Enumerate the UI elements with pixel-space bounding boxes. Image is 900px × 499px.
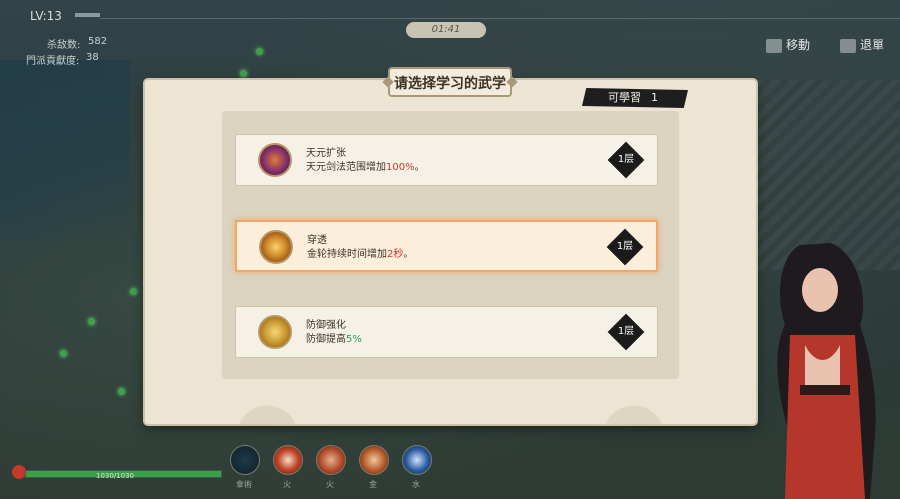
exit-hint[interactable]: 退單 xyxy=(840,36,884,53)
exit-hint-label: 退單 xyxy=(860,38,885,52)
exp-gem xyxy=(256,48,263,55)
exp-gem xyxy=(88,318,95,325)
flame-swirl-icon xyxy=(316,445,346,475)
golden-wheel-icon xyxy=(259,230,293,264)
pentagram-icon xyxy=(230,445,260,475)
skill-highlight: 2秒 xyxy=(387,249,404,260)
exp-gem xyxy=(240,70,247,77)
water-area xyxy=(0,60,130,240)
slot-label: 水 xyxy=(412,480,420,489)
skill-tier-badge: 1层 xyxy=(606,228,644,266)
move-hint: 移動 xyxy=(766,36,810,53)
exp-gem xyxy=(60,350,67,357)
defense-shield-icon xyxy=(258,315,292,349)
character-portrait xyxy=(777,243,876,499)
water-orb-icon xyxy=(402,445,432,475)
golden-wheel-slot-icon xyxy=(359,445,389,475)
skill-name: 天元扩张 xyxy=(306,148,346,159)
esc-key-icon xyxy=(840,38,856,53)
learnable-label: 可學習 xyxy=(608,91,641,104)
slot-label: 火 xyxy=(283,480,291,489)
sword-figures-icon xyxy=(258,143,292,177)
contribution-label: 門派貢獻度: xyxy=(26,56,80,67)
skill-name: 穿透 xyxy=(307,235,327,246)
top-divider xyxy=(100,18,900,19)
player-level: LV:13 xyxy=(30,9,62,23)
skill-description: 金轮持续时间增加2秒。 xyxy=(307,249,414,260)
level-exp-bar xyxy=(75,13,100,17)
skill-option[interactable]: 天元扩张 天元剑法范围增加100%。 1层 xyxy=(235,134,658,186)
slot-label: 金 xyxy=(369,480,377,489)
skill-tier-badge: 1层 xyxy=(607,141,645,179)
skill-tier-badge: 1层 xyxy=(607,313,645,351)
exp-gem xyxy=(130,288,137,295)
skill-highlight: 100% xyxy=(386,162,415,173)
skill-highlight: 5% xyxy=(346,334,362,345)
skill-option[interactable]: 防御强化 防御提高5% 1层 xyxy=(235,306,658,358)
skill-option-selected[interactable]: 穿透 金轮持续时间增加2秒。 1层 xyxy=(235,220,658,272)
contribution-value: 38 xyxy=(86,52,99,63)
learnable-count: 1 xyxy=(651,91,658,104)
slot-label: 火 xyxy=(326,480,334,489)
move-hint-label: 移動 xyxy=(786,38,811,52)
slot-label: 傘術 xyxy=(236,480,252,489)
health-text: 1030/1030 xyxy=(96,472,134,480)
game-timer: 01:41 xyxy=(406,22,486,38)
dpad-icon xyxy=(766,38,782,53)
skill-description: 天元剑法范围增加100%。 xyxy=(306,162,425,173)
heart-icon xyxy=(12,465,26,479)
learnable-badge: 可學習 1 xyxy=(582,88,688,108)
skill-name: 防御强化 xyxy=(306,320,346,331)
kills-label: 杀敌数: xyxy=(47,40,81,51)
fire-orb-icon xyxy=(273,445,303,475)
exp-gem xyxy=(118,388,125,395)
kills-value: 582 xyxy=(88,36,108,47)
dialog-title: 请选择学习的武学 xyxy=(388,67,512,97)
skill-description: 防御提高5% xyxy=(306,334,362,345)
